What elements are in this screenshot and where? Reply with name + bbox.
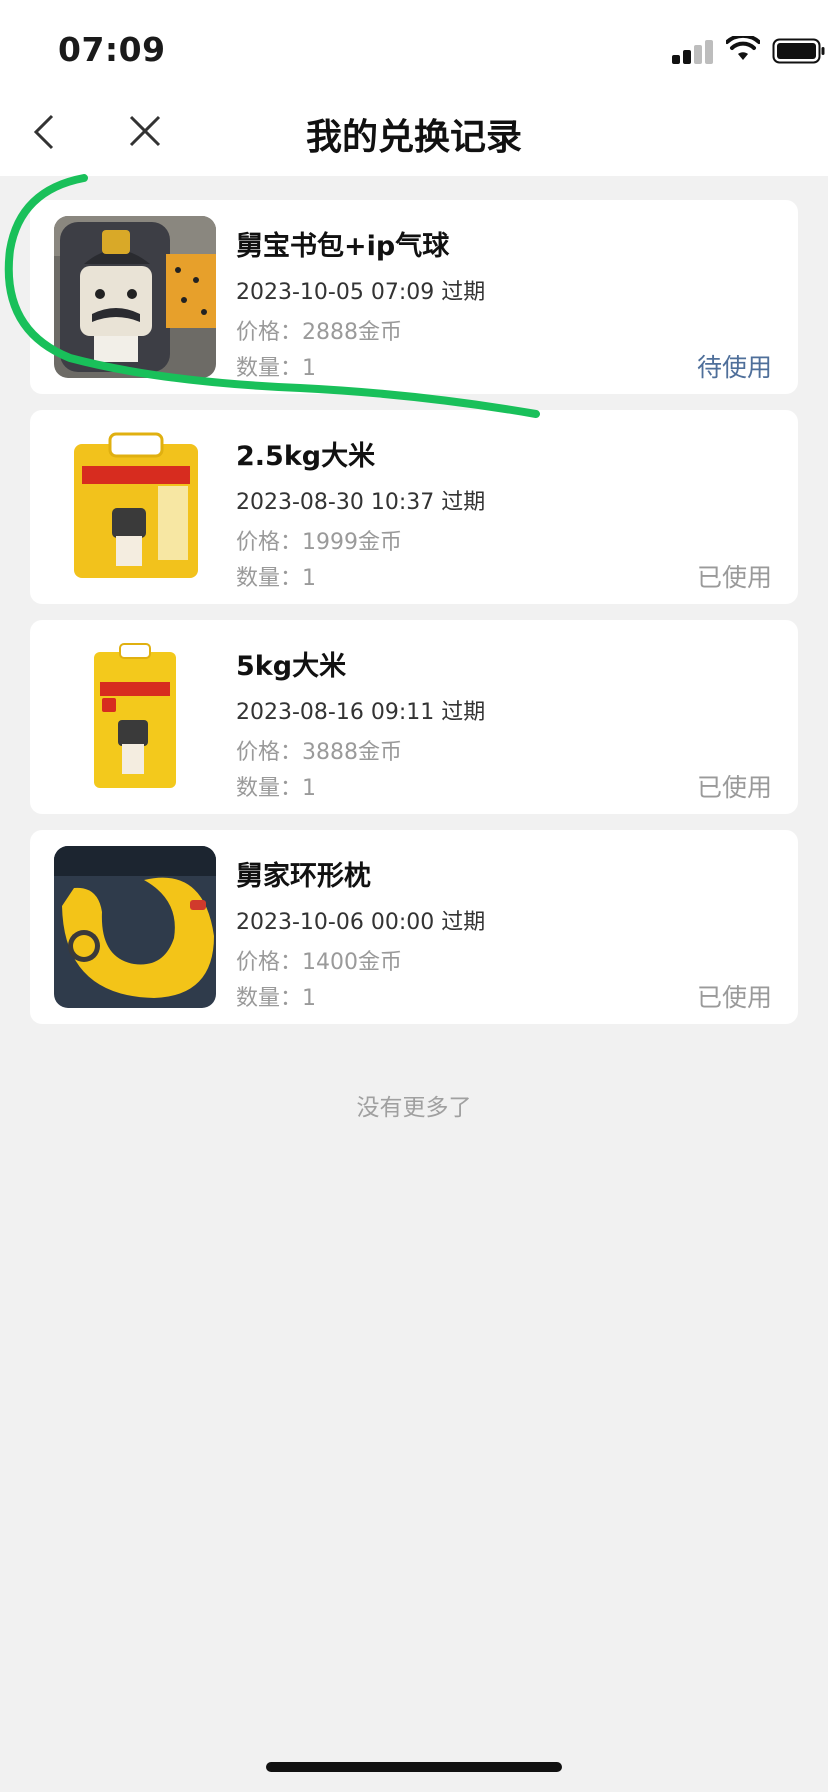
record-card[interactable]: 舅家环形枕 2023-10-06 00:00 过期 价格：1400金币 数量：1… (30, 830, 798, 1024)
item-title: 5kg大米 (236, 651, 347, 682)
item-quantity: 数量：1 (236, 566, 316, 591)
wifi-icon (726, 36, 760, 60)
status-badge[interactable]: 已使用 (697, 558, 772, 594)
product-image-backpack (54, 216, 216, 378)
item-title: 2.5kg大米 (236, 441, 376, 472)
item-title: 舅家环形枕 (236, 861, 371, 892)
item-expire-time: 2023-10-06 00:00 过期 (236, 910, 486, 935)
product-image-rice-bag (54, 426, 216, 588)
item-title: 舅宝书包+ip气球 (236, 231, 450, 262)
signal-icon (672, 40, 716, 64)
status-badge[interactable]: 已使用 (697, 978, 772, 1014)
product-image-rice-bag (54, 636, 216, 798)
page-title: 我的兑换记录 (305, 117, 522, 158)
status-badge[interactable]: 已使用 (697, 768, 772, 804)
item-price: 价格：1400金币 (236, 950, 402, 975)
status-badge[interactable]: 待使用 (697, 348, 772, 384)
item-quantity: 数量：1 (236, 776, 316, 801)
record-card[interactable]: 舅宝书包+ip气球 2023-10-05 07:09 过期 价格：2888金币 … (30, 200, 798, 394)
home-indicator[interactable] (266, 1762, 562, 1772)
battery-icon (772, 38, 825, 64)
item-quantity: 数量：1 (236, 986, 316, 1011)
record-list: 舅宝书包+ip气球 2023-10-05 07:09 过期 价格：2888金币 … (30, 200, 798, 1040)
top-bar: 07:09 我的兑换记录 (0, 0, 828, 176)
status-time: 07:09 (58, 30, 166, 69)
item-expire-time: 2023-10-05 07:09 过期 (236, 280, 486, 305)
item-expire-time: 2023-08-16 09:11 过期 (236, 700, 486, 725)
record-card[interactable]: 5kg大米 2023-08-16 09:11 过期 价格：3888金币 数量：1… (30, 620, 798, 814)
product-image-neck-pillow (54, 846, 216, 1008)
record-card[interactable]: 2.5kg大米 2023-08-30 10:37 过期 价格：1999金币 数量… (30, 410, 798, 604)
item-expire-time: 2023-08-30 10:37 过期 (236, 490, 486, 515)
item-price: 价格：2888金币 (236, 320, 402, 345)
item-price: 价格：1999金币 (236, 530, 402, 555)
no-more-text: 没有更多了 (356, 1095, 472, 1121)
item-price: 价格：3888金币 (236, 740, 402, 765)
item-quantity: 数量：1 (236, 356, 316, 381)
